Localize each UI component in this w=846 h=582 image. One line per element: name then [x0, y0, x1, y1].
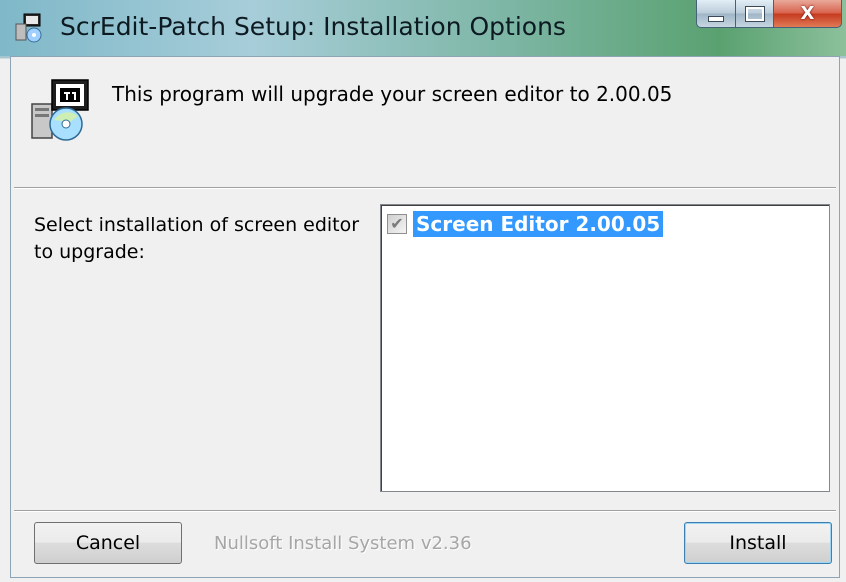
install-button[interactable]: Install [684, 522, 832, 564]
check-icon: ✔ [390, 214, 404, 233]
installer-window: ScrEdit-Patch Setup: Installation Option… [0, 0, 846, 582]
minimize-button[interactable] [696, 0, 736, 28]
select-installation-label: Select installation of screen editor to … [34, 214, 360, 263]
list-item[interactable]: ✔ Screen Editor 2.00.05 [387, 211, 664, 237]
close-icon: X [800, 3, 815, 24]
maximize-button[interactable] [736, 0, 774, 28]
title-bar[interactable]: ScrEdit-Patch Setup: Installation Option… [0, 0, 846, 56]
cancel-button[interactable]: Cancel [34, 522, 182, 564]
maximize-icon [744, 5, 765, 22]
branding-text: Nullsoft Install System v2.36 [214, 533, 472, 554]
list-item-label: Screen Editor 2.00.05 [413, 211, 664, 237]
footer-divider-highlight [14, 511, 836, 512]
close-button[interactable]: X [774, 0, 842, 28]
header-description: This program will upgrade your screen ed… [112, 82, 673, 106]
caption-buttons: X [696, 0, 842, 30]
window-title: ScrEdit-Patch Setup: Installation Option… [60, 12, 566, 41]
installer-app-icon [15, 13, 42, 43]
installer-header-icon [31, 79, 89, 141]
item-checkbox[interactable]: ✔ [387, 214, 407, 234]
minimize-icon [708, 15, 724, 22]
installation-listbox[interactable]: ✔ Screen Editor 2.00.05 [380, 204, 830, 492]
header-divider-highlight [14, 188, 836, 189]
